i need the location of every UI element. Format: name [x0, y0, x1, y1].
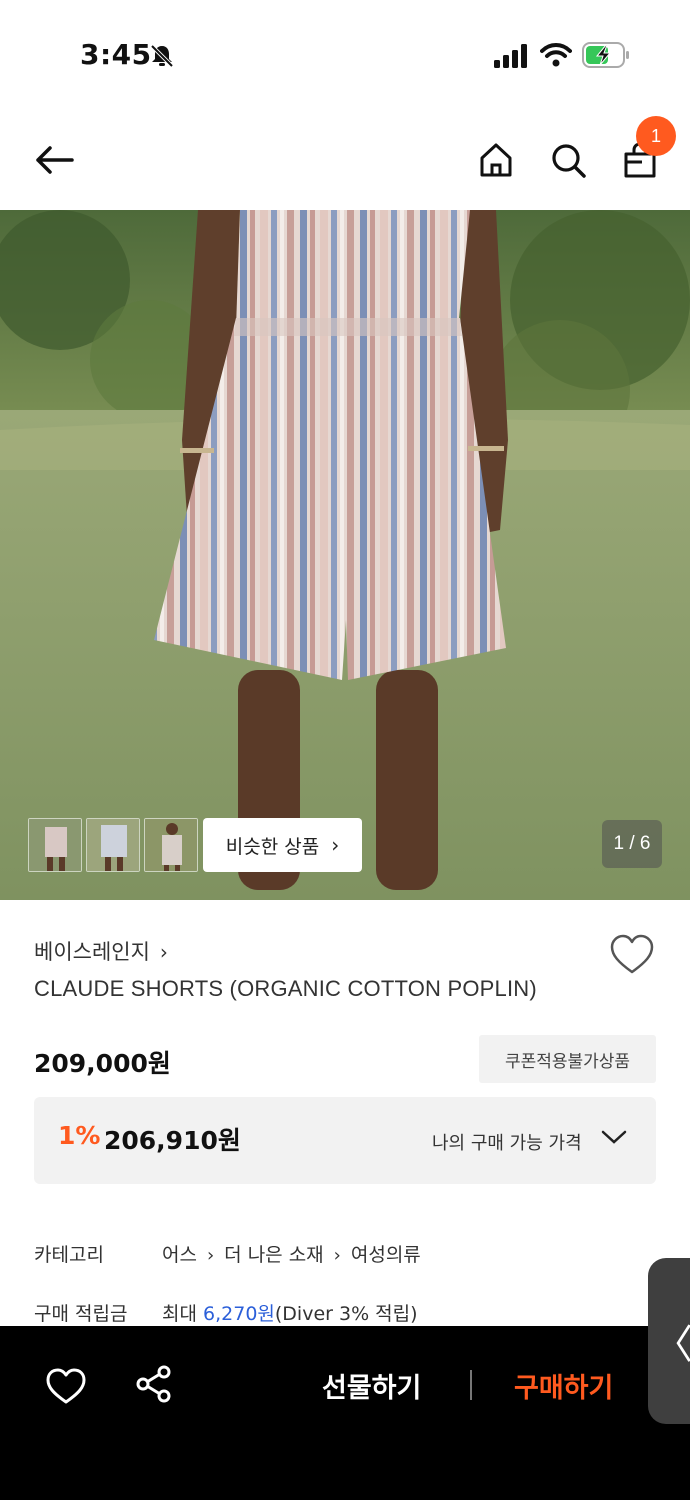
side-drawer-tab[interactable]: 〈 — [648, 1258, 690, 1424]
chevron-right-icon: › — [159, 940, 168, 964]
chevron-right-icon: › — [331, 833, 340, 857]
share-icon[interactable] — [134, 1364, 174, 1404]
category-crumb-1[interactable]: 어스 — [162, 1244, 197, 1266]
my-purchase-price: 206,910원 — [104, 1126, 241, 1155]
search-icon[interactable] — [546, 138, 590, 182]
category-breadcrumb: 어스 › 더 나은 소재 › 여성의류 — [162, 1240, 421, 1267]
points-prefix: 최대 — [162, 1303, 197, 1325]
chevron-left-icon: 〈 — [653, 1322, 690, 1368]
product-name: CLAUDE SHORTS (ORGANIC COTTON POPLIN) — [34, 976, 537, 1001]
cart-count-badge: 1 — [636, 116, 676, 156]
brand-link[interactable]: 베이스레인지 › — [34, 936, 168, 966]
chevron-right-icon: › — [206, 1245, 215, 1266]
chevron-down-icon — [601, 1130, 627, 1144]
brand-name: 베이스레인지 — [34, 940, 150, 964]
points-value: 최대 6,270원(Diver 3% 적립) — [162, 1299, 418, 1326]
similar-products-label: 비슷한 상품 — [225, 835, 320, 858]
points-suffix: (Diver 3% 적립) — [274, 1303, 418, 1325]
gift-button[interactable]: 선물하기 — [322, 1366, 421, 1405]
chevron-right-icon: › — [333, 1245, 341, 1266]
similar-products-button[interactable]: 비슷한 상품 › — [203, 818, 362, 872]
product-price: 209,000원 — [34, 1049, 171, 1078]
back-arrow-icon[interactable] — [32, 138, 76, 182]
status-time: 3:45 — [80, 38, 152, 71]
points-amount: 6,270원 — [203, 1303, 275, 1325]
my-purchase-price-dropdown[interactable]: 1% 206,910원 나의 구매 가능 가격 — [34, 1097, 656, 1184]
divider — [470, 1370, 472, 1400]
discount-rate: 1% — [58, 1121, 101, 1150]
bell-slash-icon — [150, 44, 174, 68]
coupon-unavailable-badge: 쿠폰적용불가상품 — [479, 1035, 656, 1083]
points-label: 구매 적립금 — [34, 1303, 128, 1325]
battery-charging-icon — [582, 42, 629, 68]
top-navigation — [0, 110, 690, 210]
heart-icon[interactable] — [608, 932, 656, 976]
my-purchase-price-label: 나의 구매 가능 가격 — [432, 1133, 582, 1154]
thumbnail-2[interactable] — [86, 818, 140, 872]
status-bar: 3:45 — [0, 0, 690, 110]
category-crumb-3[interactable]: 여성의류 — [351, 1244, 421, 1266]
heart-icon[interactable] — [44, 1366, 88, 1406]
category-crumb-2[interactable]: 더 나은 소재 — [224, 1244, 323, 1266]
category-label: 카테고리 — [34, 1244, 104, 1266]
thumbnail-3[interactable] — [144, 818, 198, 872]
product-image[interactable] — [0, 210, 690, 900]
thumbnail-1[interactable] — [28, 818, 82, 872]
signal-icon — [494, 44, 527, 68]
bottom-action-bar: 선물하기 구매하기 — [0, 1326, 690, 1500]
wifi-icon — [540, 43, 572, 67]
home-icon[interactable] — [474, 138, 518, 182]
buy-button[interactable]: 구매하기 — [514, 1366, 613, 1405]
image-page-indicator: 1 / 6 — [602, 820, 662, 868]
